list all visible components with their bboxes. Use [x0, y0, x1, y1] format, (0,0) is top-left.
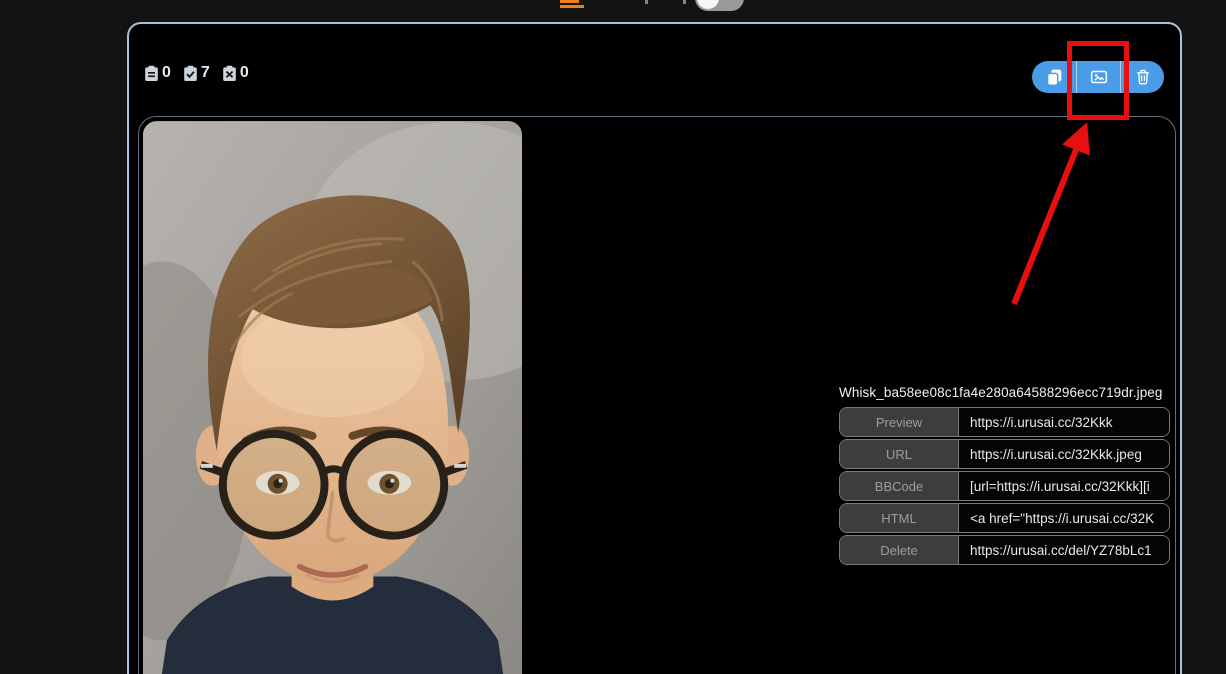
row-value[interactable]: <a href="https://i.urusai.cc/32K: [959, 504, 1169, 532]
row-label: Delete: [840, 536, 959, 564]
row-value[interactable]: https://i.urusai.cc/32Kkk.jpeg: [959, 440, 1169, 468]
table-row-preview: Preview https://i.urusai.cc/32Kkk: [839, 407, 1170, 437]
copy-icon: [1046, 69, 1062, 86]
table-row-url: URL https://i.urusai.cc/32Kkk.jpeg: [839, 439, 1170, 469]
table-row-bbcode: BBCode [url=https://i.urusai.cc/32Kkk][i: [839, 471, 1170, 501]
links-table: Preview https://i.urusai.cc/32Kkk URL ht…: [839, 407, 1170, 565]
row-label: Preview: [840, 408, 959, 436]
action-toolbar: [1032, 61, 1164, 93]
theme-toggle[interactable]: [695, 0, 744, 11]
stat-failed: 0: [221, 64, 249, 82]
stat-pending-value: 0: [162, 64, 171, 81]
table-row-delete: Delete https://urusai.cc/del/YZ78bLc1: [839, 535, 1170, 565]
file-info: Whisk_ba58ee08c1fa4e280a64588296ecc719dr…: [839, 385, 1170, 565]
row-value[interactable]: https://i.urusai.cc/32Kkk: [959, 408, 1169, 436]
copy-links-button[interactable]: [1032, 61, 1076, 93]
table-row-html: HTML <a href="https://i.urusai.cc/32K: [839, 503, 1170, 533]
delete-image-button[interactable]: [1120, 61, 1164, 93]
upload-stats: 0 7 0: [143, 64, 249, 82]
image-icon: [1090, 70, 1107, 84]
portrait-photo: [143, 121, 522, 674]
row-label: HTML: [840, 504, 959, 532]
clipboard-x-icon: [223, 65, 236, 81]
toggle-knob: [697, 0, 719, 9]
stat-success-value: 7: [200, 64, 210, 81]
header-text-fragment: [683, 0, 686, 4]
row-label: BBCode: [840, 472, 959, 500]
stat-pending: 0: [143, 64, 171, 82]
page-background: { "header": { "accent_color": "#f07d17" …: [0, 0, 1226, 674]
image-card: Whisk_ba58ee08c1fa4e280a64588296ecc719dr…: [138, 116, 1176, 674]
trash-icon: [1136, 69, 1149, 85]
row-label: URL: [840, 440, 959, 468]
clipboard-list-icon: [145, 65, 158, 81]
header-text-fragment: [645, 0, 648, 4]
active-tab-underline-fragment: [560, 0, 579, 3]
stat-failed-value: 0: [239, 64, 249, 81]
upload-panel: 0 7 0 Whisk_ba58ee08c1fa4e280a64588296ec…: [127, 22, 1182, 674]
row-value[interactable]: [url=https://i.urusai.cc/32Kkk][i: [959, 472, 1169, 500]
clipboard-check-icon: [184, 65, 197, 81]
stat-success: 7: [182, 64, 210, 82]
active-tab-underline-fragment: [560, 5, 584, 8]
filename: Whisk_ba58ee08c1fa4e280a64588296ecc719dr…: [839, 385, 1163, 400]
row-value[interactable]: https://urusai.cc/del/YZ78bLc1: [959, 536, 1169, 564]
image-preview[interactable]: [143, 121, 522, 674]
show-image-button[interactable]: [1076, 61, 1120, 93]
